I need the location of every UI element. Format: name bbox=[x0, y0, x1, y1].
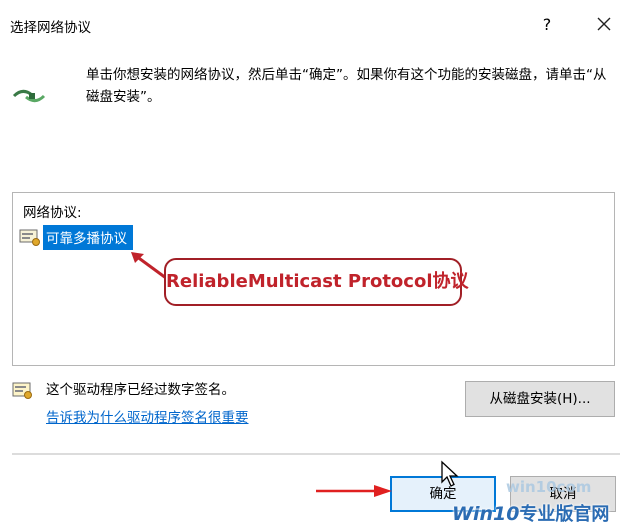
list-item-reliable-multicast[interactable]: 可靠多播协议 bbox=[19, 224, 133, 250]
certificate-icon bbox=[12, 382, 32, 399]
divider bbox=[12, 453, 620, 455]
mouse-pointer-icon bbox=[441, 460, 459, 487]
list-label: 网络协议: bbox=[23, 205, 82, 221]
list-item-label: 可靠多播协议 bbox=[43, 224, 133, 250]
close-icon bbox=[597, 17, 611, 31]
annotation-callout: ReliableMulticast Protocol协议 bbox=[164, 258, 469, 306]
close-button[interactable] bbox=[587, 8, 621, 42]
protocol-item-icon bbox=[19, 229, 40, 246]
watermark-brand-name: Win10 bbox=[452, 503, 520, 525]
signature-status-text: 这个驱动程序已经过数字签名。 bbox=[46, 382, 235, 398]
watermark-url: win10com bbox=[506, 478, 592, 496]
annotation-arrow-ok bbox=[316, 485, 392, 497]
dialog-title: 选择网络协议 bbox=[10, 20, 91, 36]
watermark-brand: Win10专业版官网 bbox=[452, 500, 609, 526]
network-protocol-icon bbox=[12, 89, 46, 103]
install-from-disk-button[interactable]: 从磁盘安装(H)... bbox=[465, 381, 615, 417]
watermark-brand-suffix: 专业版官网 bbox=[519, 504, 610, 525]
instruction-text: 单击你想安装的网络协议，然后单击“确定”。如果你有这个功能的安装磁盘，请单击“从… bbox=[86, 67, 607, 105]
signature-info-link[interactable]: 告诉我为什么驱动程序签名很重要 bbox=[46, 406, 249, 426]
help-button[interactable]: ? bbox=[530, 8, 564, 42]
